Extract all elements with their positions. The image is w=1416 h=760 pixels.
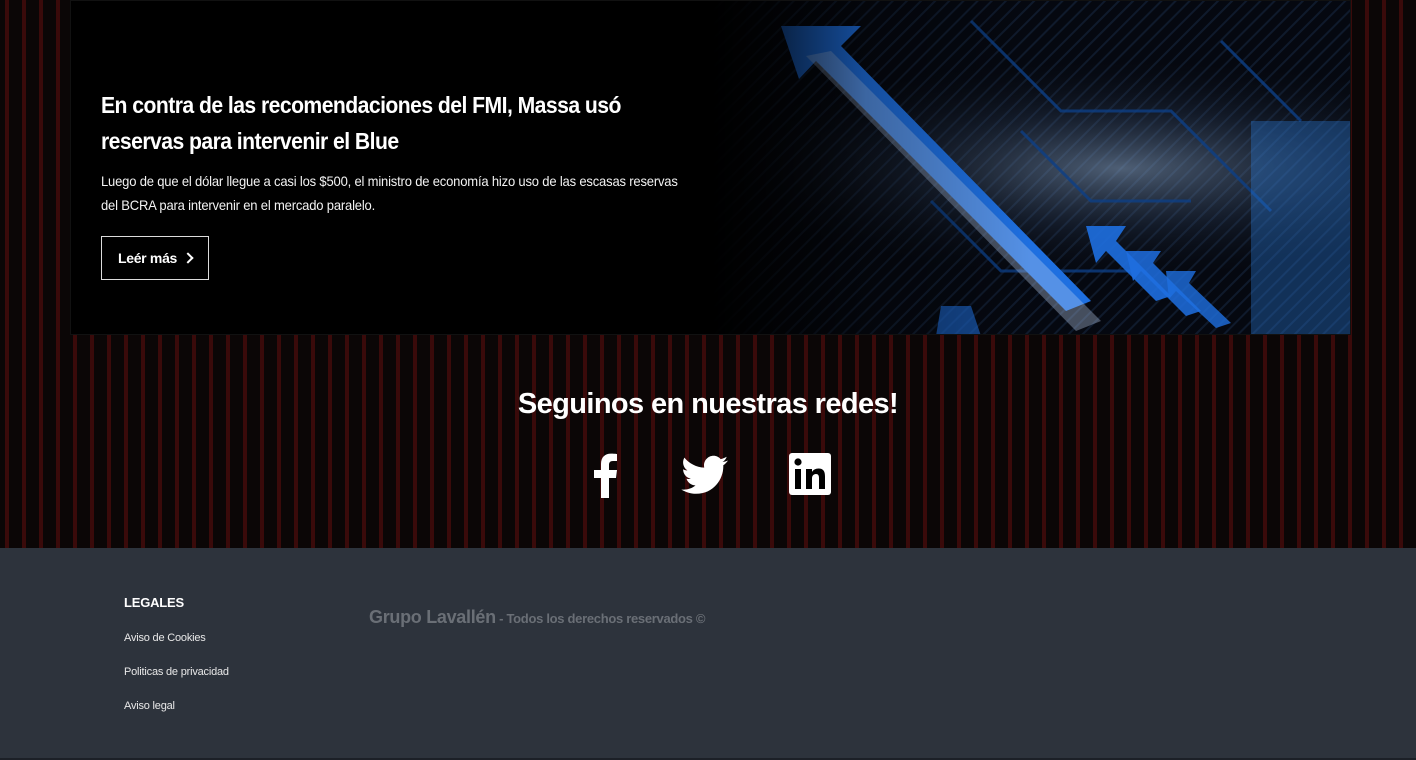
chevron-right-icon [182, 252, 194, 264]
linkedin-icon[interactable] [785, 450, 835, 500]
hero-description: Luego de que el dólar llegue a casi los … [101, 173, 678, 213]
cookies-link[interactable]: Aviso de Cookies [124, 632, 206, 644]
twitter-icon[interactable] [680, 450, 730, 500]
brand-name: Grupo Lavallén [369, 607, 496, 627]
hero-image [71, 1, 1350, 334]
facebook-icon[interactable] [582, 450, 632, 500]
legal-notice-link[interactable]: Aviso legal [124, 700, 175, 712]
hero-title: En contra de las recomendaciones del FMI… [101, 92, 621, 154]
social-title: Seguinos en nuestras redes! [517, 388, 899, 420]
copyright-text: - Todos los derechos reservados © [495, 611, 706, 626]
read-more-label: Leér más [117, 250, 178, 266]
hero-banner: En contra de las recomendaciones del FMI… [70, 0, 1351, 335]
social-links [0, 450, 1416, 500]
footer: LEGALES Aviso de Cookies Politicas de pr… [0, 548, 1416, 760]
read-more-button[interactable]: Leér más [101, 236, 209, 280]
privacy-link[interactable]: Politicas de privacidad [124, 666, 229, 678]
copyright: Grupo Lavallén - Todos los derechos rese… [369, 607, 706, 628]
legal-heading: LEGALES [124, 595, 184, 610]
